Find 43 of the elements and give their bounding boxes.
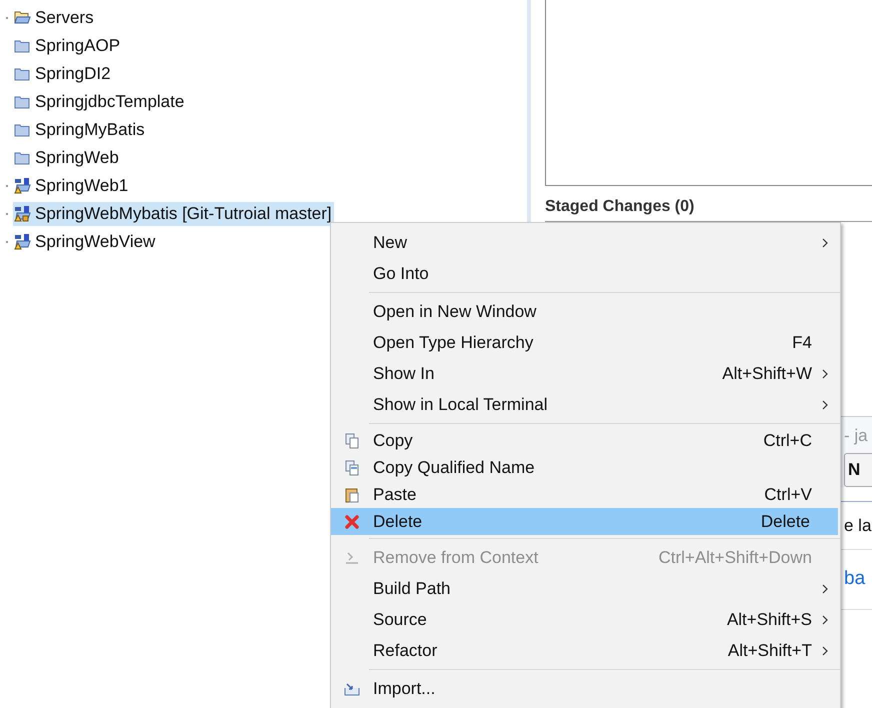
section-title: Staged Changes (0): [545, 197, 694, 217]
tree-item[interactable]: SpringWeb: [13, 146, 121, 170]
menu-item[interactable]: Import...: [331, 673, 840, 704]
tree-item[interactable]: SpringMyBatis: [13, 118, 147, 142]
folder-icon: [14, 67, 30, 81]
copy-icon: [345, 460, 359, 476]
maven-project-icon: [14, 178, 30, 194]
menu-item[interactable]: Copy Qualified Name: [331, 454, 840, 481]
copy-icon: [345, 432, 359, 448]
tree-item[interactable]: SpringjdbcTemplate: [13, 90, 186, 114]
remove-context-icon: [344, 550, 360, 564]
close-icon: [345, 514, 359, 528]
menu-item[interactable]: Show in Local Terminal: [331, 389, 840, 420]
tree-item[interactable]: Servers: [13, 6, 96, 30]
folder-icon: [14, 151, 30, 165]
tree-item[interactable]: SpringAOP: [13, 34, 122, 58]
menu-item[interactable]: Source Alt+Shift+S: [331, 604, 840, 635]
menu-item[interactable]: Build Path: [331, 573, 840, 604]
toolbar-button[interactable]: N: [844, 453, 872, 487]
menu-item[interactable]: Delete Delete: [331, 508, 838, 535]
window-title-text: - ja: [844, 425, 869, 447]
git-project-icon: [14, 206, 30, 222]
menu-item[interactable]: Open in New Window: [331, 296, 840, 327]
menu-item[interactable]: Paste Ctrl+V: [331, 481, 840, 508]
maven-project-icon: [14, 234, 30, 250]
menu-item[interactable]: Copy Ctrl+C: [331, 427, 840, 454]
open-folder-icon: [14, 11, 30, 25]
menu-item[interactable]: Go Into: [331, 258, 840, 289]
folder-icon: [14, 95, 30, 109]
menu-item[interactable]: Open Type Hierarchy F4: [331, 327, 840, 358]
folder-icon: [14, 123, 30, 137]
description-text: e la: [844, 514, 872, 537]
import-icon: [344, 682, 360, 696]
menu-item[interactable]: New: [331, 227, 840, 258]
menu-item[interactable]: Refactor Alt+Shift+T: [331, 635, 840, 666]
tree-item[interactable]: SpringWeb1: [13, 174, 130, 198]
menu-item[interactable]: Show In Alt+Shift+W: [331, 358, 840, 389]
folder-icon: [14, 39, 30, 53]
tree-item[interactable]: SpringDI2: [13, 62, 113, 86]
tree-item[interactable]: SpringWebMybatis [Git-Tutroial master]: [13, 202, 334, 226]
clipboard-icon: [345, 486, 359, 502]
project-link[interactable]: ba: [844, 565, 866, 594]
tree-item[interactable]: SpringWebView: [13, 230, 158, 254]
